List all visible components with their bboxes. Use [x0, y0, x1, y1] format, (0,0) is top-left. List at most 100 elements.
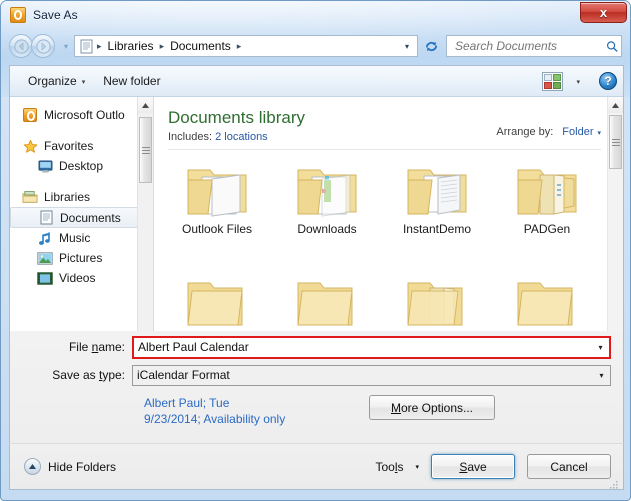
sidebar-item-label: Pictures [59, 251, 103, 265]
address-bar[interactable]: ▸ Libraries ▸ Documents ▸ ▾ [74, 35, 418, 57]
search-box[interactable] [446, 35, 622, 57]
navigation-list: Microsoft Outlo Favorites Desktop Librar… [10, 97, 153, 288]
info-row: Albert Paul; Tue 9/23/2014; Availability… [10, 395, 623, 427]
sidebar-scrollbar-thumb[interactable] [139, 117, 152, 183]
save-button[interactable]: Save [431, 454, 515, 479]
scrollbar-grip-icon [611, 137, 620, 148]
sidebar-item-pictures[interactable]: Pictures [10, 248, 153, 268]
breadcrumb-separator-2[interactable]: ▸ [234, 41, 245, 52]
organize-button[interactable]: Organize ▾ [19, 70, 94, 92]
sidebar-item-desktop[interactable]: Desktop [10, 156, 153, 176]
folder-open-icon [187, 169, 247, 217]
desktop-icon [37, 158, 53, 174]
resize-grip-icon[interactable] [609, 480, 619, 490]
recent-locations-button[interactable]: ▾ [59, 42, 73, 51]
file-item-instantdemo[interactable]: InstantDemo [382, 160, 492, 273]
file-item-label: Outlook Files [181, 222, 253, 236]
folder-icon [407, 282, 463, 326]
more-options-post: ore Options... [400, 400, 474, 415]
sidebar-item-favorites[interactable]: Favorites [10, 136, 153, 156]
library-header: Documents library Includes: 2 locations … [154, 97, 623, 149]
help-button[interactable]: ? [599, 72, 617, 90]
breadcrumb-documents[interactable]: Documents [167, 38, 234, 54]
sidebar-item-music[interactable]: Music [10, 228, 153, 248]
pictures-icon [37, 250, 53, 266]
tools-label-pre: Too [375, 459, 395, 474]
sidebar-item-label: Libraries [44, 190, 91, 204]
new-folder-button[interactable]: New folder [94, 70, 169, 92]
save-as-type-row: Save as type: iCalendar Format ▾ [10, 363, 623, 387]
save-form: File name: Albert Paul Calendar ▾ Save a… [9, 331, 624, 443]
organize-label: Organize [28, 74, 77, 88]
file-scrollbar-thumb[interactable] [609, 115, 622, 169]
library-title: Documents library [168, 108, 305, 127]
file-name-dropdown-icon[interactable]: ▾ [592, 338, 609, 357]
sidebar-item-label: Favorites [44, 139, 94, 153]
folder-icon [517, 282, 573, 326]
magnifier-icon [606, 40, 618, 52]
breadcrumb-separator-1[interactable]: ▸ [157, 41, 168, 52]
file-item-outlook-files[interactable]: Outlook Files [162, 160, 272, 273]
arrange-by-value-label: Folder [562, 126, 594, 138]
breadcrumb-libraries[interactable]: Libraries [105, 38, 157, 54]
arrange-by: Arrange by: Folder ▾ [496, 108, 623, 138]
sidebar-item-microsoft-outlook[interactable]: Microsoft Outlo [10, 105, 153, 125]
sidebar-item-documents[interactable]: Documents [10, 207, 151, 228]
command-bar: Organize ▾ New folder ▾ ? [10, 66, 623, 97]
tools-button[interactable]: Tools ▾ [375, 460, 419, 474]
hide-folders-button[interactable]: Hide Folders [24, 458, 116, 475]
close-button[interactable]: x [580, 2, 627, 23]
save-label-post: ave [467, 459, 487, 474]
videos-icon [37, 270, 53, 286]
includes-label: Includes: [168, 131, 213, 143]
arrange-by-label: Arrange by: [496, 126, 554, 138]
view-mode-icon [542, 71, 564, 91]
forward-button[interactable] [31, 34, 55, 58]
chevron-down-icon: ▾ [415, 463, 419, 471]
library-includes: Includes: 2 locations [168, 131, 496, 143]
title-bar: Save As x [1, 1, 630, 29]
folder-open-icon [517, 169, 577, 215]
chevron-up-circle-icon [24, 458, 41, 475]
sidebar-item-label: Documents [60, 210, 121, 225]
window-title: Save As [33, 8, 78, 22]
sidebar-item-videos[interactable]: Videos [10, 268, 153, 288]
library-titles: Documents library Includes: 2 locations [168, 108, 496, 143]
dialog-footer: Hide Folders Tools ▾ Save Cancel [9, 443, 624, 490]
back-button[interactable] [9, 34, 33, 58]
navigation-bar: ▾ ▸ Libraries ▸ Documents ▸ ▾ [1, 31, 630, 61]
file-scroll-up-button[interactable] [608, 97, 623, 113]
chevron-down-icon: ▾ [81, 79, 86, 86]
refresh-button[interactable] [420, 35, 442, 57]
save-as-type-select[interactable]: iCalendar Format ▾ [132, 364, 611, 386]
file-item-padgen[interactable]: PADGen [492, 160, 602, 273]
close-icon: x [599, 5, 608, 20]
file-name-label: File name: [10, 340, 132, 354]
file-item-downloads[interactable]: Downloads [272, 160, 382, 273]
address-dropdown-icon[interactable]: ▾ [399, 42, 415, 51]
file-item-label: PADGen [523, 222, 571, 236]
save-type-label-post: ype: [102, 368, 125, 382]
tools-label: Tools [375, 460, 403, 474]
save-as-type-dropdown-icon[interactable]: ▾ [593, 366, 610, 385]
file-item-label: Downloads [297, 222, 357, 236]
save-as-type-value: iCalendar Format [137, 368, 230, 382]
back-arrow-icon [13, 38, 29, 54]
file-name-input[interactable]: Albert Paul Calendar ▾ [132, 335, 611, 359]
search-input[interactable] [453, 38, 606, 54]
file-item-label: InstantDemo [402, 222, 472, 236]
cancel-button[interactable]: Cancel [527, 454, 611, 479]
tools-label-post: s [397, 459, 404, 474]
sidebar-scroll-up-button[interactable] [138, 97, 153, 113]
star-icon [22, 138, 38, 154]
includes-locations-link[interactable]: 2 locations [215, 131, 268, 143]
sidebar-item-label: Desktop [59, 159, 104, 173]
file-name-label-pre: File [68, 340, 92, 354]
sidebar-item-libraries[interactable]: Libraries [10, 187, 153, 207]
change-view-button[interactable]: ▾ [533, 68, 589, 95]
calendar-info-text: Albert Paul; Tue 9/23/2014; Availability… [144, 396, 286, 426]
folder-open-icon [297, 169, 357, 217]
arrange-by-value[interactable]: Folder ▾ [562, 126, 601, 138]
more-options-button[interactable]: More Options... [369, 395, 495, 420]
